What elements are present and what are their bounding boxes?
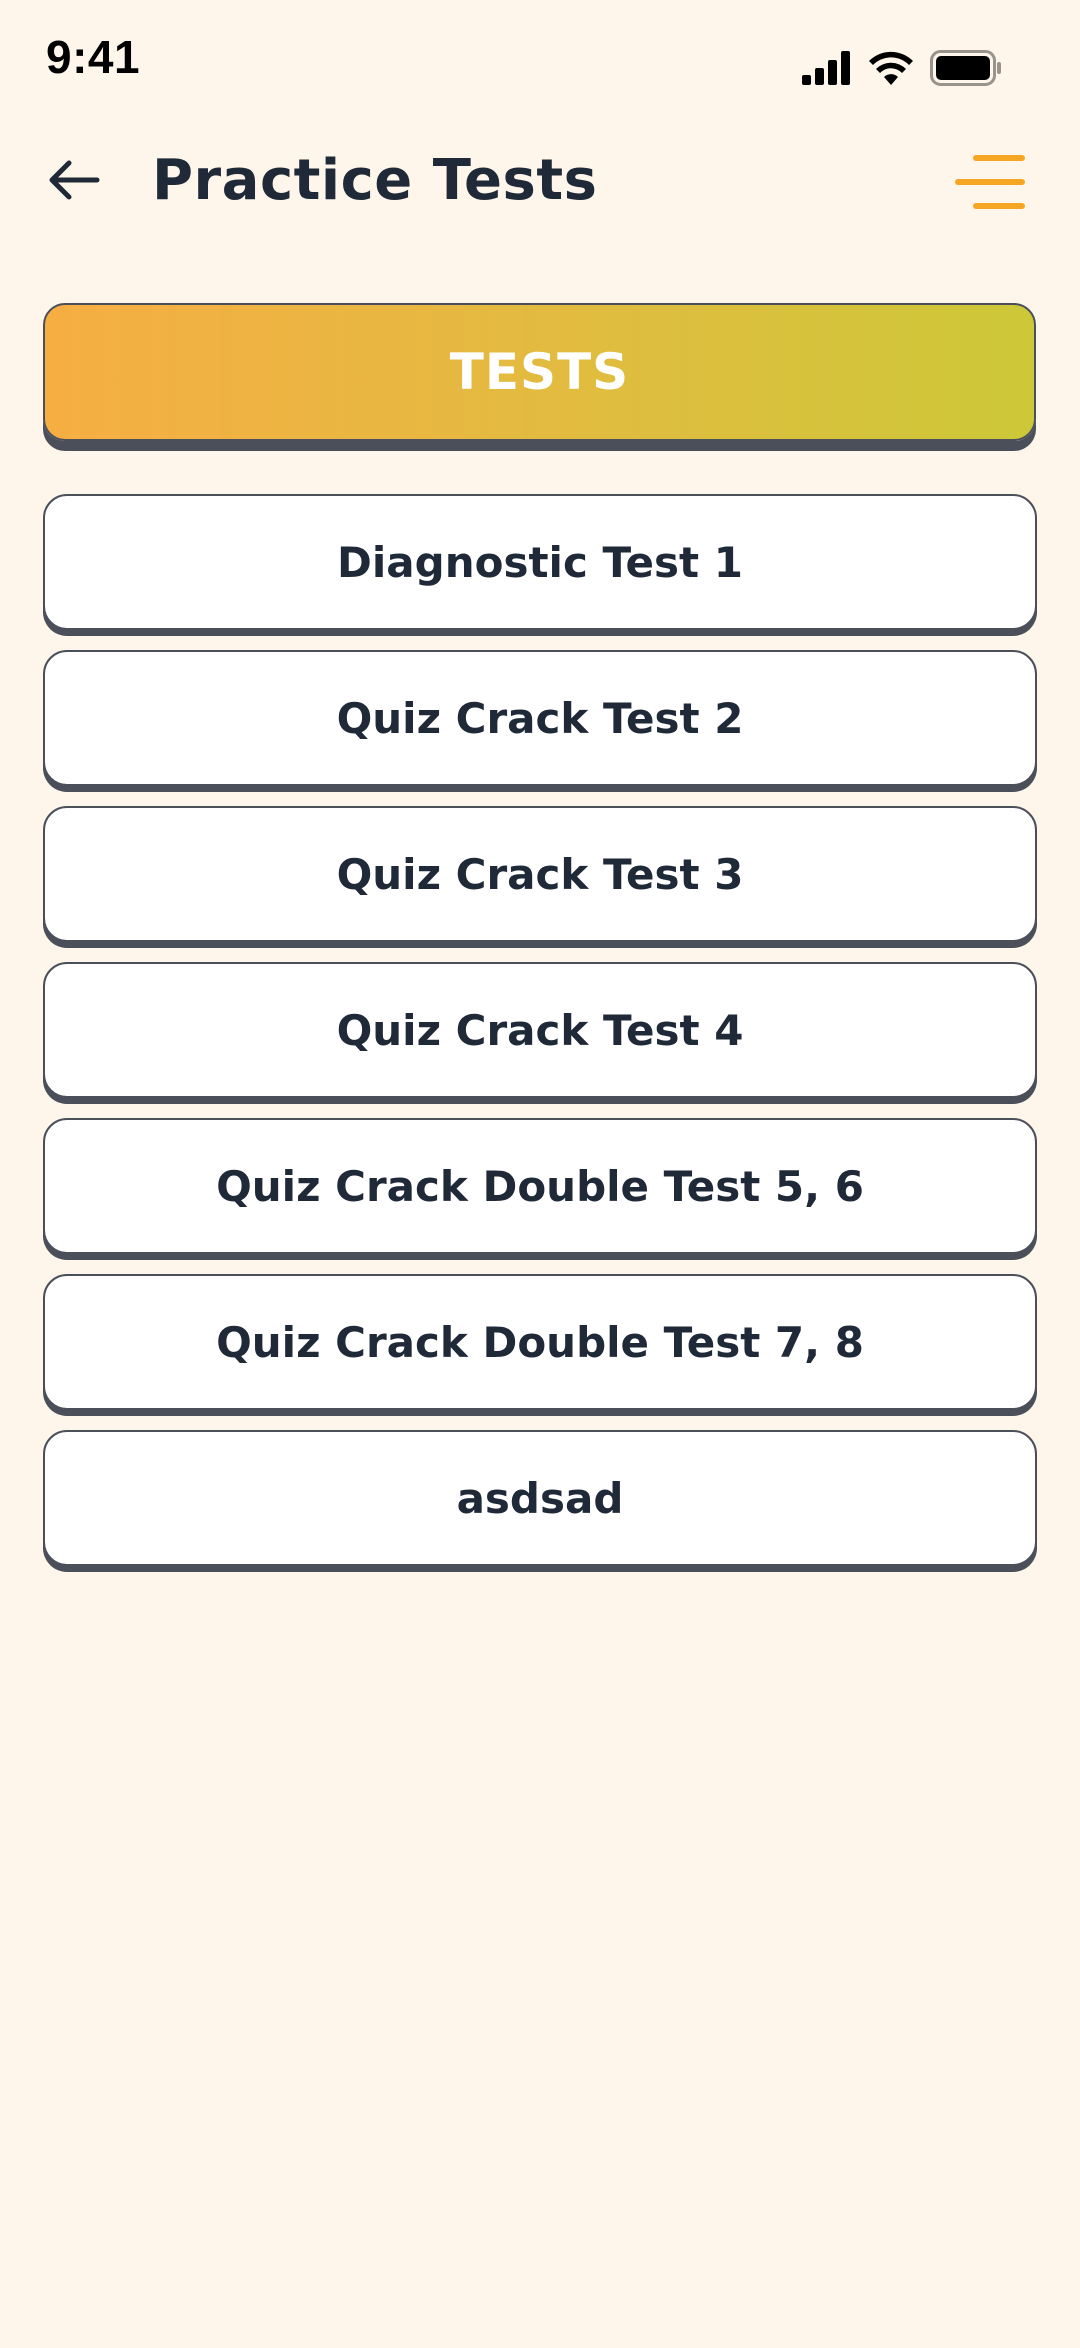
test-item-quiz-crack-test-4[interactable]: Quiz Crack Test 4 (43, 962, 1037, 1098)
header: Practice Tests (0, 130, 1080, 230)
menu-icon (955, 155, 1025, 209)
tests-banner: TESTS (43, 303, 1036, 441)
back-button[interactable] (44, 150, 104, 210)
test-item-label: Quiz Crack Test 4 (336, 1005, 744, 1055)
test-item-label: Quiz Crack Test 3 (336, 849, 744, 899)
test-item-diagnostic-test-1[interactable]: Diagnostic Test 1 (43, 494, 1037, 630)
test-item-label: Diagnostic Test 1 (337, 537, 743, 587)
wifi-icon (869, 51, 913, 85)
test-item-label: Quiz Crack Test 2 (336, 693, 744, 743)
test-item-quiz-crack-double-test-7-8[interactable]: Quiz Crack Double Test 7, 8 (43, 1274, 1037, 1410)
banner-label: TESTS (449, 343, 630, 401)
test-list: Diagnostic Test 1 Quiz Crack Test 2 Quiz… (43, 494, 1037, 1586)
status-time: 9:41 (46, 31, 141, 83)
test-item-asdsad[interactable]: asdsad (43, 1430, 1037, 1566)
test-item-label: asdsad (456, 1473, 624, 1523)
test-item-label: Quiz Crack Double Test 7, 8 (216, 1317, 864, 1367)
arrow-left-icon (49, 160, 100, 200)
status-bar: 9:41 (0, 0, 1080, 120)
page-title: Practice Tests (152, 148, 598, 213)
test-item-quiz-crack-double-test-5-6[interactable]: Quiz Crack Double Test 5, 6 (43, 1118, 1037, 1254)
battery-icon (930, 50, 1001, 86)
menu-button[interactable] (950, 142, 1030, 222)
cellular-signal-icon (802, 51, 850, 85)
test-item-label: Quiz Crack Double Test 5, 6 (216, 1161, 864, 1211)
status-icons (802, 50, 1002, 86)
test-item-quiz-crack-test-2[interactable]: Quiz Crack Test 2 (43, 650, 1037, 786)
test-item-quiz-crack-test-3[interactable]: Quiz Crack Test 3 (43, 806, 1037, 942)
